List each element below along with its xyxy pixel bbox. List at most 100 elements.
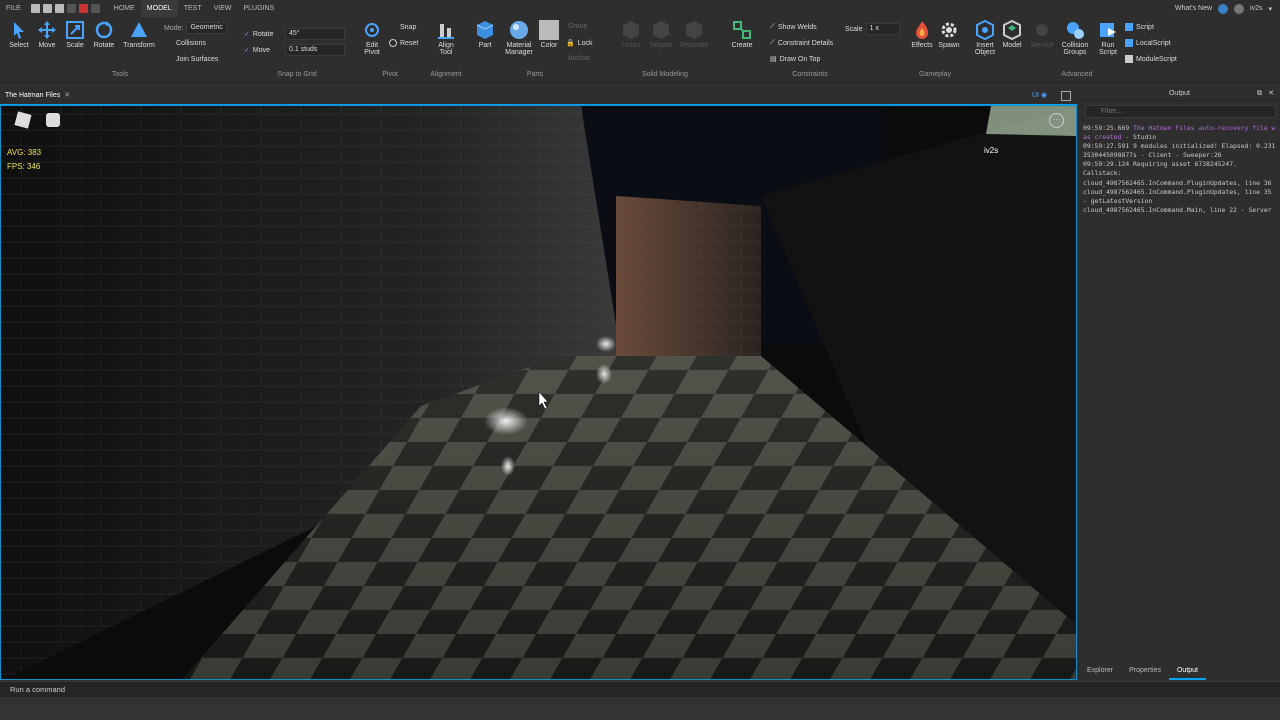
scene-render (1, 106, 1076, 679)
document-tab[interactable]: The Hatman Files ✕ (5, 87, 70, 105)
new-file-icon[interactable] (30, 4, 40, 13)
run-script-icon (1100, 23, 1116, 37)
service-icon (1036, 24, 1048, 36)
align-icon (438, 24, 454, 39)
whats-new-link[interactable]: What's New (1175, 5, 1212, 12)
log-line: cloud_4987562465.InCommand.PluginUpdates… (1083, 178, 1272, 187)
collision-groups-button[interactable]: Collision Groups (1058, 17, 1092, 56)
part-button[interactable]: Part (472, 17, 498, 49)
save-icon[interactable] (54, 4, 64, 13)
avg-stat: AVG: 383 (7, 148, 42, 157)
draw-on-top-toggle[interactable]: ▤ Draw On Top (770, 55, 820, 64)
lock-button[interactable]: 🔒 Lock (566, 39, 593, 48)
output-filter-input[interactable]: Filter... (1085, 105, 1276, 118)
insert-object-button[interactable]: Insert Object (968, 17, 1002, 56)
tab-output[interactable]: Output (1168, 662, 1206, 680)
tab-model[interactable]: MODEL (140, 0, 178, 17)
spawn-button[interactable]: Spawn (936, 17, 962, 49)
create-constraint-button[interactable]: Create (728, 17, 756, 49)
pivot-reset-button[interactable]: Reset (389, 39, 418, 47)
tab-properties[interactable]: Properties (1121, 662, 1169, 680)
rotate-button[interactable]: Rotate (90, 17, 118, 49)
command-bar-input[interactable]: Run a command (0, 681, 1280, 697)
move-button[interactable]: Move (34, 17, 60, 49)
log-line: Callstack: (1083, 169, 1122, 178)
pivot-snap-toggle[interactable]: Snap (389, 23, 416, 31)
game-viewport[interactable]: AVG: 383 FPS: 346 iv2s ⋯ (0, 105, 1077, 680)
material-manager-button[interactable]: Material Manager (502, 17, 536, 56)
tab-home[interactable]: HOME (108, 0, 141, 17)
align-tool-button[interactable]: Align Tool (432, 17, 460, 56)
snap-group-label: Snap to Grid (277, 71, 317, 78)
mode-select[interactable]: Geometric (186, 22, 227, 34)
status-bar (0, 697, 1280, 720)
mode-label: Mode: (164, 24, 184, 32)
play-icon[interactable] (66, 4, 76, 13)
rotate-snap-checkbox[interactable]: ✓ Rotate (244, 30, 274, 39)
alignment-group-label: Alignment (430, 71, 462, 78)
output-panel-title: Output ⧉ ✕ (1079, 87, 1280, 101)
output-panel: Output ⧉ ✕ Filter... 09:59:25.669 The Ha… (1079, 87, 1280, 680)
panel-tabs: Explorer Properties Output (1079, 662, 1280, 680)
maximize-icon[interactable] (1061, 91, 1071, 101)
anchor-button[interactable]: Anchor (568, 55, 590, 62)
run-script-button[interactable]: Run Script (1094, 17, 1122, 56)
checkmark-icon: ✓ (244, 31, 250, 38)
log-line: cloud_4987562465.InCommand.Main, line 22… (1083, 205, 1272, 214)
union-button[interactable]: Union (618, 17, 644, 49)
user-name[interactable]: iv2s (1250, 5, 1262, 12)
stop-icon[interactable] (78, 4, 88, 13)
module-script-button[interactable]: ModuleScript (1125, 55, 1177, 63)
show-welds-toggle[interactable]: ⟋ Show Welds (770, 23, 817, 31)
tab-explorer[interactable]: Explorer (1079, 662, 1121, 680)
log-line: 09:59:27.591 9 modules initialized! Elap… (1083, 142, 1276, 160)
sphere-icon (510, 21, 528, 39)
separate-button[interactable]: Separate (678, 17, 710, 49)
undock-icon[interactable]: ⧉ (1257, 87, 1262, 101)
collisions-toggle[interactable]: Collisions (176, 40, 206, 47)
move-snap-checkbox[interactable]: ✓ Move (244, 46, 270, 55)
chat-icon[interactable] (46, 113, 60, 127)
close-panel-icon[interactable]: ✕ (1268, 87, 1274, 101)
tab-view[interactable]: VIEW (208, 0, 238, 17)
open-file-icon[interactable] (42, 4, 52, 13)
move-arrows-icon (38, 21, 56, 39)
join-surfaces-toggle[interactable]: Join Surfaces (176, 56, 218, 63)
edit-pivot-button[interactable]: Edit Pivot (358, 17, 386, 56)
tab-test[interactable]: TEST (178, 0, 208, 17)
transform-button[interactable]: Transform (120, 17, 158, 49)
gameplay-group-label: Gameplay (919, 71, 951, 78)
move-snap-input[interactable]: 0.1 studs (285, 44, 345, 56)
scale-button[interactable]: Scale (62, 17, 88, 49)
local-script-button[interactable]: LocalScript (1125, 39, 1171, 47)
close-icon[interactable]: ✕ (64, 87, 70, 105)
service-button[interactable]: Service (1028, 17, 1056, 49)
log-line: cloud_4987562465.InCommand.PluginUpdates… (1083, 187, 1272, 205)
script-icon (1125, 23, 1133, 31)
color-button[interactable]: Color (537, 17, 561, 49)
constraint-details-toggle[interactable]: ⟋ Constraint Details (770, 39, 833, 47)
ui-toggle[interactable]: UI ◉ (1032, 91, 1047, 99)
effects-button[interactable]: Effects (908, 17, 936, 49)
model-button[interactable]: Model (998, 17, 1026, 49)
help-icon[interactable] (1218, 3, 1229, 14)
more-options-icon[interactable]: ⋯ (1049, 113, 1064, 128)
document-tab-bar: The Hatman Files ✕ UI ◉ (0, 87, 1077, 105)
share-icon[interactable] (1234, 3, 1245, 14)
negate-button[interactable]: Negate (648, 17, 674, 49)
solid-modeling-group-label: Solid Modeling (642, 71, 688, 78)
group-button[interactable]: Group (568, 23, 587, 30)
eye-icon: ◉ (1040, 92, 1047, 99)
collision-groups-icon (1067, 22, 1084, 39)
chevron-down-icon[interactable]: ▾ (1268, 5, 1272, 13)
script-button[interactable]: Script (1125, 23, 1154, 31)
color-swatch-icon (539, 20, 559, 40)
file-menu[interactable]: FILE (0, 0, 27, 17)
select-button[interactable]: Select (6, 17, 32, 49)
gear-icon (941, 22, 957, 38)
cursor-icon (14, 22, 24, 39)
rotate-snap-input[interactable]: 45° (285, 28, 345, 40)
tab-plugins[interactable]: PLUGINS (237, 0, 280, 17)
constraint-scale[interactable]: Scale 1 x (845, 23, 900, 35)
undo-icon[interactable] (90, 4, 100, 13)
